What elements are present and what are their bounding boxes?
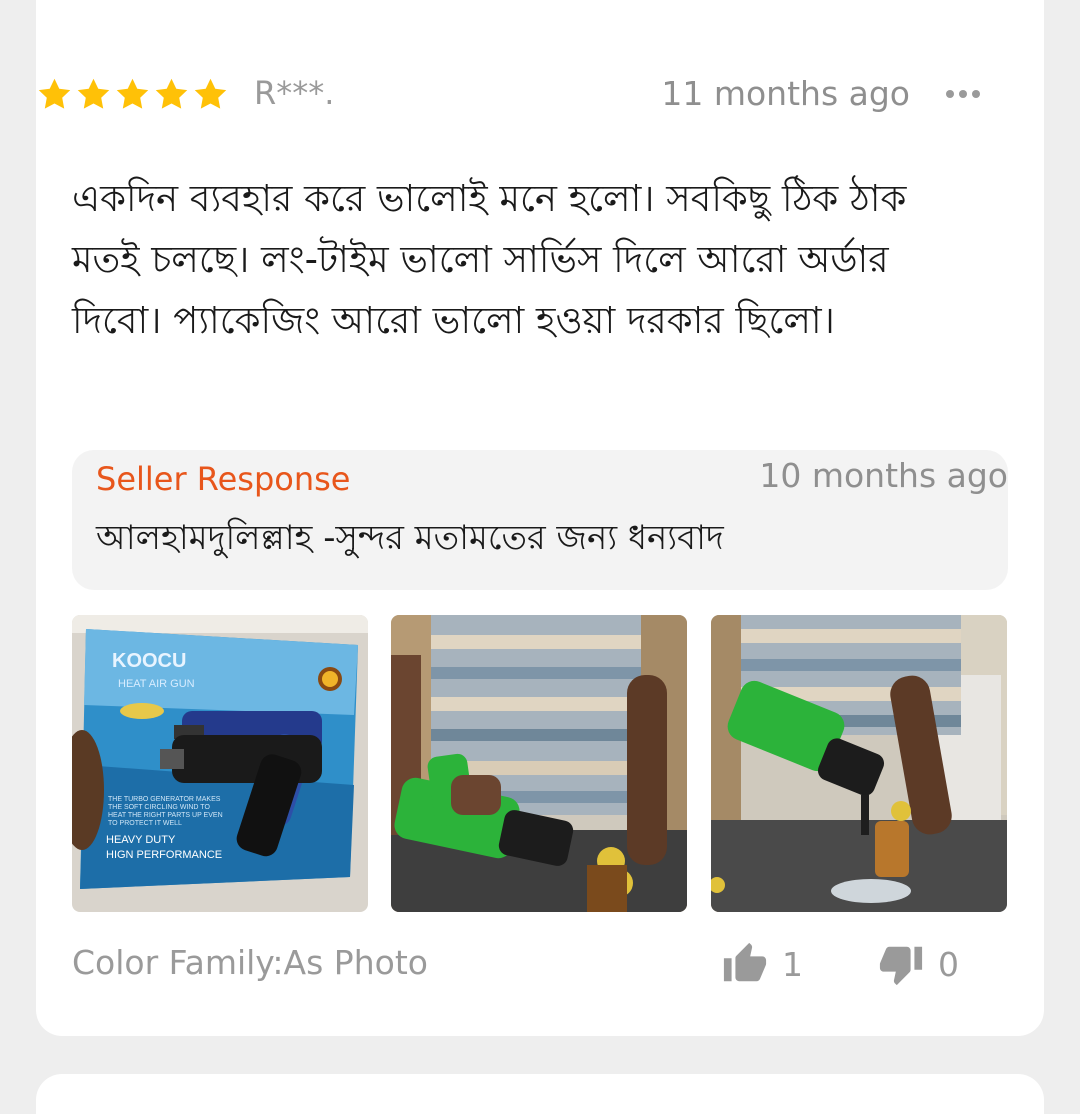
- star-icon: [36, 76, 73, 113]
- sku-info: Color Family:As Photo: [72, 943, 428, 982]
- review-header: R***. 11 months ago: [36, 66, 980, 122]
- star-icon: [153, 76, 190, 113]
- box-blurb-line: THE TURBO GENERATOR MAKES: [108, 796, 221, 803]
- review-photos: KOOCU HEAT AIR GUN THE TURBO GENERATOR M…: [72, 615, 1008, 912]
- review-photo[interactable]: [391, 615, 687, 912]
- review-footer: Color Family:As Photo 1 0: [72, 935, 1008, 995]
- review-timestamp: 11 months ago: [661, 74, 910, 113]
- box-blurb-line: THE SOFT CIRCLING WIND TO: [108, 804, 210, 811]
- dislike-count: 0: [938, 944, 959, 984]
- seller-response-text: আলহামদুলিল্লাহ -সুন্দর মতামতের জন্য ধন্য…: [96, 518, 724, 558]
- next-review-card: [36, 1074, 1044, 1114]
- box-tagline-line: HEAVY DUTY: [106, 834, 176, 846]
- review-photo[interactable]: [711, 615, 1007, 912]
- like-button[interactable]: 1: [722, 941, 803, 987]
- like-count: 1: [782, 944, 803, 984]
- box-product: HEAT AIR GUN: [118, 678, 195, 690]
- box-blurb-line: TO PROTECT IT WELL: [108, 820, 182, 827]
- thumbs-down-icon: [878, 941, 924, 987]
- star-icon: [192, 76, 229, 113]
- seller-response: Seller Response 10 months ago আলহামদুলিল…: [72, 450, 1008, 590]
- star-icon: [75, 76, 112, 113]
- review-photo[interactable]: KOOCU HEAT AIR GUN THE TURBO GENERATOR M…: [72, 615, 368, 912]
- thumbs-up-icon: [722, 941, 768, 987]
- box-brand: KOOCU: [112, 650, 186, 672]
- more-dots-icon[interactable]: [940, 74, 986, 114]
- dislike-button[interactable]: 0: [878, 941, 959, 987]
- star-rating: [36, 76, 229, 113]
- star-icon: [114, 76, 151, 113]
- reviewer-name: R***.: [254, 74, 335, 112]
- seller-response-timestamp: 10 months ago: [759, 456, 1008, 495]
- review-text: একদিন ব্যবহার করে ভালোই মনে হলো। সবকিছু …: [72, 177, 907, 342]
- box-blurb-line: HEAT THE RIGHT PARTS UP EVEN: [108, 812, 223, 819]
- seller-response-title: Seller Response: [96, 460, 351, 498]
- box-tagline-line: HIGN PERFORMANCE: [106, 849, 222, 861]
